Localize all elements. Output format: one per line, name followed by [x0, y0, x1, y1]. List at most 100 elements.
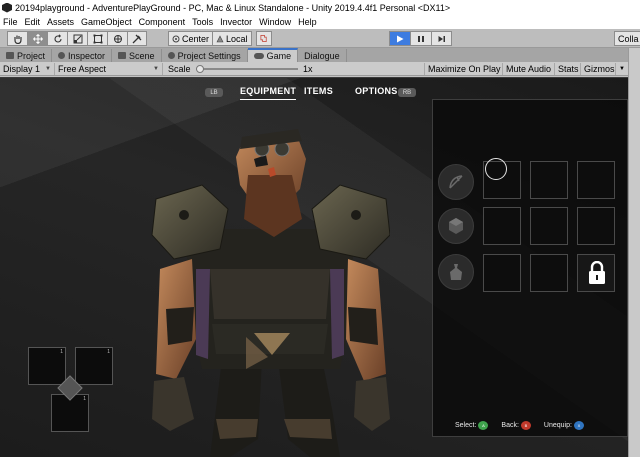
custom-tool-button[interactable]	[127, 31, 147, 46]
menu-help[interactable]: Help	[298, 17, 317, 27]
weapon-category-icon[interactable]	[438, 164, 474, 200]
equipment-slot[interactable]	[530, 161, 568, 199]
pivot-label: Center	[182, 33, 210, 44]
controller-hints: Select: A Back: B Unequip: X	[455, 421, 597, 430]
hand-tool-button[interactable]	[7, 31, 27, 46]
snap-icon	[260, 35, 267, 42]
b-button-icon: B	[520, 421, 531, 430]
step-button[interactable]	[431, 31, 452, 46]
tab-game[interactable]: Game	[247, 48, 299, 62]
tab-project-settings[interactable]: Project Settings	[162, 49, 248, 62]
window-title: 20194playground - AdventurePlayGround - …	[15, 2, 451, 13]
play-controls	[389, 31, 452, 46]
tab-options[interactable]: OPTIONS	[355, 86, 398, 96]
chevron-down-icon[interactable]: ▼	[615, 63, 628, 75]
pause-button[interactable]	[410, 31, 431, 46]
space-label: Local	[226, 33, 248, 44]
cube-icon	[449, 218, 463, 234]
gear-icon	[167, 52, 175, 59]
game-viewport[interactable]: LB EQUIPMENT ITEMS OPTIONS RB Select: A …	[0, 77, 640, 457]
menu-assets[interactable]: Assets	[47, 17, 74, 27]
tab-scene[interactable]: Scene	[112, 49, 162, 62]
tab-dialogue[interactable]: Dialogue	[298, 49, 347, 62]
quick-slot-left[interactable]: 1	[28, 347, 66, 385]
tab-equipment[interactable]: EQUIPMENT	[240, 86, 297, 100]
equipment-slot[interactable]	[483, 254, 521, 292]
scene-icon	[118, 52, 127, 59]
pause-icon	[418, 35, 424, 42]
chevron-down-icon: ▼	[45, 66, 51, 72]
inventory-nav: LB EQUIPMENT ITEMS OPTIONS RB	[0, 82, 430, 102]
slot-number: 1	[60, 349, 63, 355]
locked-slot[interactable]	[577, 254, 615, 292]
equipment-slot[interactable]	[530, 207, 568, 245]
menu-invector[interactable]: Invector	[220, 17, 252, 27]
rect-icon	[93, 34, 102, 43]
menu-edit[interactable]: Edit	[25, 17, 41, 27]
x-button-icon: X	[573, 421, 584, 430]
right-panel-edge	[628, 48, 640, 457]
unequip-hint-label: Unequip:	[543, 422, 572, 429]
pivot-center-button[interactable]: Center	[168, 31, 214, 46]
equipment-slot[interactable]	[577, 161, 615, 199]
tab-label: Project Settings	[177, 50, 241, 61]
scale-icon	[73, 34, 82, 43]
quick-slot-right[interactable]: 1	[75, 347, 113, 385]
tab-label: Game	[266, 51, 292, 61]
aspect-value: Free Aspect	[58, 64, 107, 74]
scale-value: 1x	[303, 64, 313, 74]
rotate-tool-button[interactable]	[47, 31, 67, 46]
slot-number: 1	[107, 349, 110, 355]
lock-icon	[589, 261, 605, 284]
tab-label: Scene	[129, 50, 155, 61]
menu-file[interactable]: File	[3, 17, 18, 27]
menu-window[interactable]: Window	[259, 17, 291, 27]
tab-items[interactable]: ITEMS	[304, 86, 333, 96]
transform-icon	[113, 34, 122, 43]
aspect-dropdown[interactable]: Free Aspect ▼	[55, 63, 163, 75]
scale-slider-handle[interactable]	[196, 65, 204, 73]
character-preview	[151, 129, 390, 457]
equipment-panel	[432, 99, 628, 437]
move-tool-button[interactable]	[27, 31, 47, 46]
collab-button[interactable]: Colla	[614, 31, 640, 46]
stats-toggle[interactable]: Stats	[554, 63, 582, 75]
equipment-slot[interactable]	[483, 207, 521, 245]
editor-tab-bar: Project Inspector Scene Project Settings…	[0, 48, 640, 62]
info-icon	[58, 52, 66, 59]
transform-tool-button[interactable]	[107, 31, 127, 46]
display-dropdown[interactable]: Display 1 ▼	[0, 63, 55, 75]
bag-icon	[450, 264, 462, 280]
equipment-slot[interactable]	[530, 254, 568, 292]
scale-slider-track[interactable]	[196, 68, 298, 70]
menu-bar: File Edit Assets GameObject Component To…	[0, 15, 640, 29]
pivot-space-button[interactable]: Local	[213, 31, 252, 46]
game-view-controls: Display 1 ▼ Free Aspect ▼ Scale 1x Maxim…	[0, 62, 640, 76]
rb-button-icon: RB	[398, 88, 416, 97]
play-icon	[397, 35, 404, 42]
display-value: Display 1	[3, 64, 41, 74]
armor-category-icon[interactable]	[438, 208, 474, 244]
snap-button[interactable]	[255, 31, 272, 46]
menu-gameobject[interactable]: GameObject	[81, 17, 132, 27]
scale-tool-button[interactable]	[67, 31, 87, 46]
lb-button-icon: LB	[205, 88, 223, 97]
mute-audio-toggle[interactable]: Mute Audio	[502, 63, 554, 75]
consumable-category-icon[interactable]	[438, 254, 474, 290]
equipment-slot[interactable]	[577, 207, 615, 245]
menu-tools[interactable]: Tools	[192, 17, 213, 27]
rotate-icon	[53, 33, 62, 43]
a-button-icon: A	[478, 421, 489, 430]
rect-tool-button[interactable]	[87, 31, 107, 46]
unity-logo-icon	[2, 2, 12, 13]
menu-component[interactable]: Component	[139, 17, 186, 27]
pivot-controls: Center Local	[168, 31, 272, 46]
gizmos-dropdown[interactable]: Gizmos	[580, 63, 618, 75]
top-border	[0, 77, 640, 78]
play-button[interactable]	[389, 31, 410, 46]
tab-project[interactable]: Project	[0, 49, 53, 62]
tab-label: Inspector	[68, 50, 106, 61]
scale-label: Scale	[168, 64, 191, 74]
tab-inspector[interactable]: Inspector	[52, 49, 113, 62]
maximize-on-play-toggle[interactable]: Maximize On Play	[424, 63, 504, 75]
